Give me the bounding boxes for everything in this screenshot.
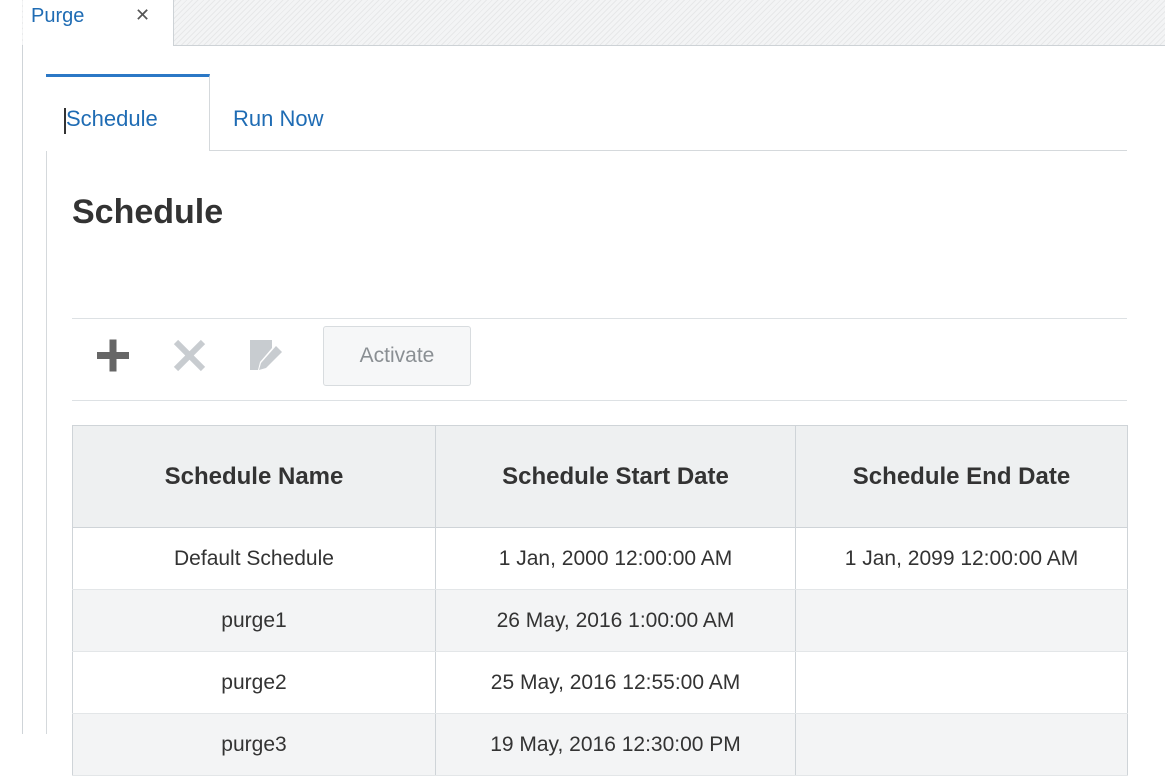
- activate-button[interactable]: Activate: [323, 326, 471, 386]
- document-tab-label[interactable]: Purge: [31, 5, 84, 28]
- page-title: Schedule: [72, 193, 224, 231]
- toolbar-divider-bottom: [72, 400, 1127, 401]
- cell-start-date: 26 May, 2016 1:00:00 AM: [435, 589, 796, 652]
- document-tab-strip: [22, 0, 1165, 46]
- column-header-end-date[interactable]: Schedule End Date: [795, 425, 1128, 528]
- cell-schedule-name: purge2: [72, 651, 436, 714]
- table-row[interactable]: Default Schedule 1 Jan, 2000 12:00:00 AM…: [72, 527, 1128, 590]
- cell-start-date: 1 Jan, 2000 12:00:00 AM: [435, 527, 796, 590]
- document-tab-purge[interactable]: Purge ✕: [23, 0, 174, 46]
- tab-run-now[interactable]: Run Now: [233, 106, 323, 132]
- tab-schedule-label[interactable]: Schedule: [66, 106, 158, 132]
- cell-end-date: [795, 589, 1128, 652]
- close-tab-icon[interactable]: ✕: [135, 5, 150, 26]
- table-row[interactable]: purge3 19 May, 2016 12:30:00 PM: [72, 713, 1128, 776]
- cell-start-date: 25 May, 2016 12:55:00 AM: [435, 651, 796, 714]
- table-header-row: Schedule Name Schedule Start Date Schedu…: [72, 425, 1128, 528]
- column-header-start-date[interactable]: Schedule Start Date: [435, 425, 796, 528]
- subtab-bar: Schedule Run Now: [46, 74, 1127, 151]
- table-row[interactable]: purge1 26 May, 2016 1:00:00 AM: [72, 589, 1128, 652]
- cell-end-date: 1 Jan, 2099 12:00:00 AM: [795, 527, 1128, 590]
- close-icon[interactable]: [170, 336, 210, 376]
- window-left-border: [22, 0, 23, 734]
- edit-icon[interactable]: [246, 336, 286, 376]
- toolbar-divider-top: [72, 318, 1127, 319]
- schedule-table: Schedule Name Schedule Start Date Schedu…: [72, 425, 1128, 776]
- column-header-schedule-name[interactable]: Schedule Name: [72, 425, 436, 528]
- cell-start-date: 19 May, 2016 12:30:00 PM: [435, 713, 796, 776]
- table-row[interactable]: purge2 25 May, 2016 12:55:00 AM: [72, 651, 1128, 714]
- cell-schedule-name: purge3: [72, 713, 436, 776]
- cell-end-date: [795, 713, 1128, 776]
- cell-schedule-name: purge1: [72, 589, 436, 652]
- cell-schedule-name: Default Schedule: [72, 527, 436, 590]
- cell-end-date: [795, 651, 1128, 714]
- plus-icon[interactable]: [94, 336, 134, 376]
